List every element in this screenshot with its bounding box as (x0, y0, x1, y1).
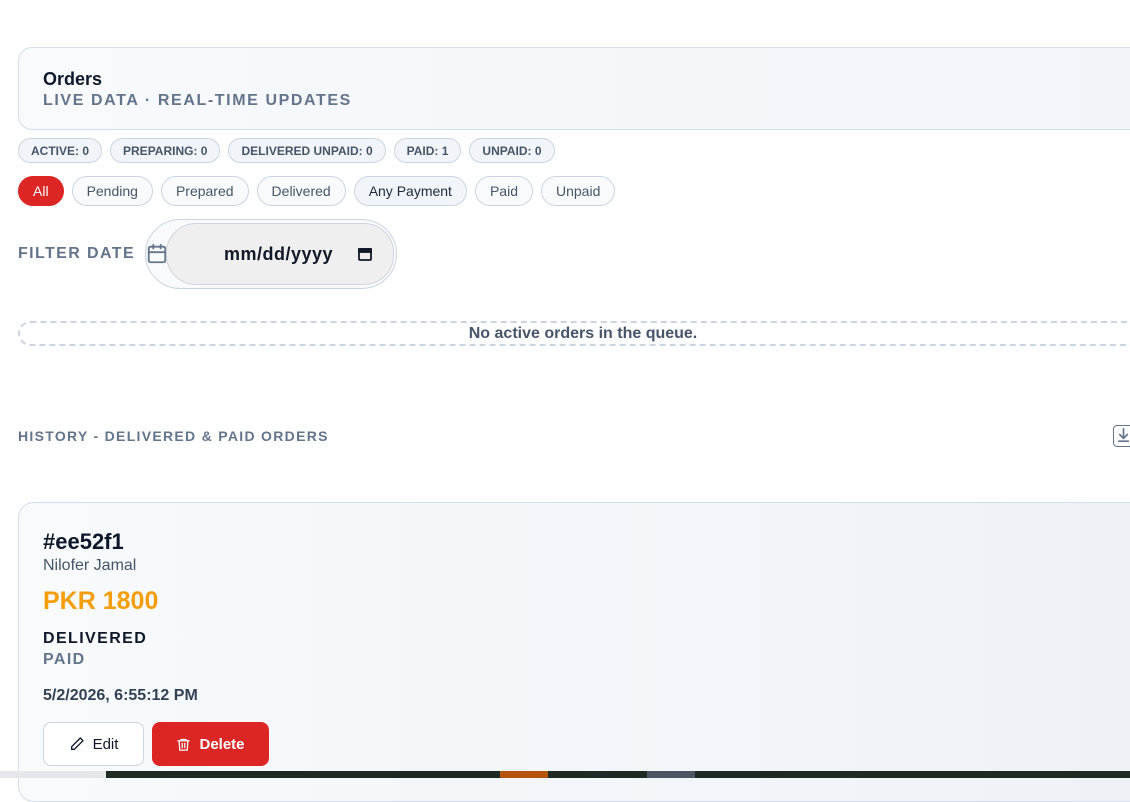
taskbar-strip (0, 771, 1130, 778)
calendar-icon (147, 243, 167, 264)
filter-paid[interactable]: Paid (474, 176, 533, 206)
filter-delivered[interactable]: Delivered (256, 176, 346, 206)
order-id: #ee52f1 (43, 529, 124, 554)
edit-label: Edit (92, 735, 119, 753)
order-card: #ee52f1 Nilofer Jamal PKR 1800 DELIVERED… (18, 502, 1130, 802)
taskbar-segment (0, 771, 106, 778)
stat-paid: PAID: 1 (393, 138, 462, 163)
delete-button[interactable]: Delete (152, 722, 269, 766)
order-timestamp: 5/2/2026, 6:55:12 PM (43, 687, 198, 704)
filter-any-payment[interactable]: Any Payment (353, 176, 467, 206)
order-actions: Edit Delete (43, 722, 269, 766)
trash-icon (177, 738, 191, 751)
stat-delivered-unpaid: DELIVERED UNPAID: 0 (228, 138, 386, 163)
filter-unpaid[interactable]: Unpaid (540, 176, 616, 206)
page-subtitle: LIVE DATA · REAL-TIME UPDATES (43, 92, 352, 109)
edit-button[interactable]: Edit (43, 722, 144, 766)
stat-active: ACTIVE: 0 (18, 138, 103, 163)
download-icon (1117, 427, 1130, 443)
order-status: DELIVERED (43, 630, 148, 647)
order-customer: Nilofer Jamal (43, 557, 137, 574)
order-amount: PKR 1800 (43, 587, 159, 615)
history-title: HISTORY - DELIVERED & PAID ORDERS (18, 428, 329, 444)
stat-preparing: PREPARING: 0 (110, 138, 221, 163)
calendar-picker-icon[interactable] (357, 246, 373, 262)
taskbar-segment (647, 771, 695, 778)
page-title: Orders (43, 69, 103, 89)
orders-header-card: Orders LIVE DATA · REAL-TIME UPDATES (18, 47, 1130, 130)
filter-row: All Pending Prepared Delivered Any Payme… (18, 176, 616, 206)
stats-row: ACTIVE: 0 PREPARING: 0 DELIVERED UNPAID:… (18, 138, 555, 163)
filter-pending[interactable]: Pending (71, 176, 153, 206)
active-queue-empty: No active orders in the queue. (18, 321, 1130, 346)
delete-label: Delete (199, 735, 245, 753)
pencil-icon (70, 737, 84, 750)
date-filter-wrapper: mm/dd/yyyy (145, 219, 398, 289)
filter-prepared[interactable]: Prepared (160, 176, 249, 206)
date-filter-row: FILTER DATE mm/dd/yyyy (18, 219, 398, 289)
stat-unpaid: UNPAID: 0 (469, 138, 555, 163)
filter-all[interactable]: All (18, 176, 64, 206)
date-filter-value: mm/dd/yyyy (223, 243, 334, 264)
download-history-button[interactable] (1113, 425, 1130, 447)
date-filter-input[interactable]: mm/dd/yyyy (166, 223, 395, 285)
order-payment-status: PAID (43, 651, 86, 668)
taskbar-segment (500, 771, 548, 778)
date-filter-label: FILTER DATE (18, 245, 136, 262)
empty-queue-text: No active orders in the queue. (468, 324, 698, 342)
